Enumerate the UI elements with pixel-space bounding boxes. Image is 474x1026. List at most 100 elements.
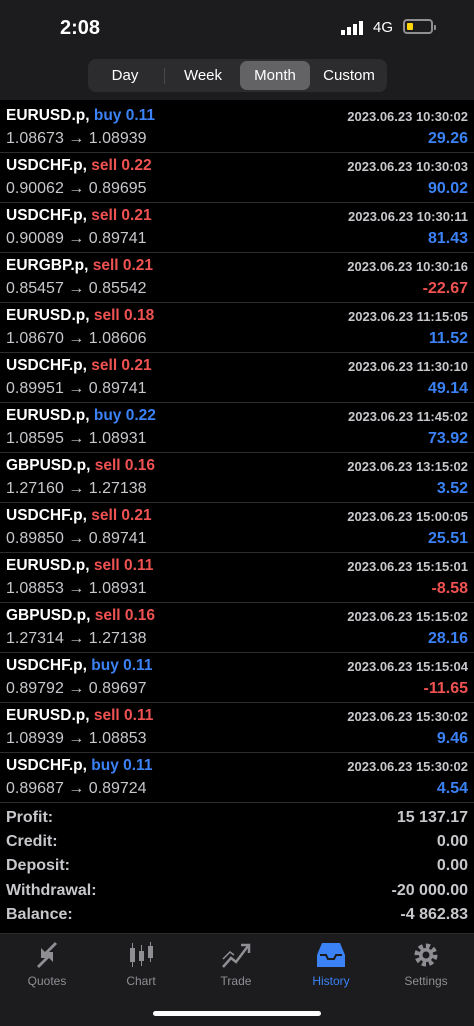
network-label: 4G xyxy=(373,19,394,36)
summary-value: 0.00 xyxy=(436,833,468,851)
deal-row[interactable]: USDCHF.p, buy 0.11 0.89792 → 0.89697 202… xyxy=(0,653,474,703)
summary-deposit: Deposit: 0.00 xyxy=(0,855,474,879)
open-price: 1.27314 xyxy=(6,630,64,647)
close-price: 1.08931 xyxy=(88,430,147,447)
deal-time: 2023.06.23 10:30:03 xyxy=(347,159,468,174)
signal-icon xyxy=(341,21,363,35)
tab-label: History xyxy=(312,974,350,988)
close-price: 0.89695 xyxy=(88,180,147,197)
deal-profit: -8.58 xyxy=(431,580,468,597)
open-price: 1.27160 xyxy=(6,480,64,497)
open-price: 0.89687 xyxy=(6,780,64,797)
deal-volume: sell 0.18 xyxy=(93,307,155,324)
deal-volume: sell 0.11 xyxy=(93,557,154,574)
battery-icon xyxy=(403,19,436,34)
summary-credit: Credit: 0.00 xyxy=(0,831,474,855)
deal-time: 2023.06.23 11:15:05 xyxy=(348,309,468,324)
deal-profit: 28.16 xyxy=(427,630,468,647)
open-price: 1.08670 xyxy=(6,330,64,347)
deal-row[interactable]: USDCHF.p, sell 0.21 0.89951 → 0.89741 20… xyxy=(0,353,474,403)
open-price: 1.08673 xyxy=(6,130,64,147)
deal-time: 2023.06.23 10:30:11 xyxy=(348,209,468,224)
open-price: 0.85457 xyxy=(6,280,64,297)
deal-symbol: EURUSD.p, xyxy=(6,407,90,424)
deal-profit: 90.02 xyxy=(427,180,468,197)
tab-day[interactable]: Day xyxy=(90,61,160,90)
tab-label: Chart xyxy=(126,974,156,988)
clock: 2:08 xyxy=(60,17,101,39)
close-price: 1.27138 xyxy=(88,630,147,647)
deal-row[interactable]: USDCHF.p, sell 0.21 0.89850 → 0.89741 20… xyxy=(0,503,474,553)
summary-label: Profit: xyxy=(6,809,54,826)
deal-volume: sell 0.11 xyxy=(93,707,154,724)
deal-row[interactable]: EURUSD.p, sell 0.11 1.08853 → 1.08931 20… xyxy=(0,553,474,603)
deal-volume: buy 0.11 xyxy=(91,657,153,674)
close-price: 0.85542 xyxy=(88,280,147,297)
tab-week[interactable]: Week xyxy=(168,61,238,90)
deal-time: 2023.06.23 10:30:16 xyxy=(347,259,468,274)
tab-trade[interactable]: Trade xyxy=(189,940,283,998)
status-bar: 2:08 4G xyxy=(0,0,474,56)
tab-chart[interactable]: Chart xyxy=(94,940,188,998)
open-price: 0.90062 xyxy=(6,180,64,197)
close-price: 1.08939 xyxy=(88,130,147,147)
gear-icon xyxy=(414,943,438,967)
open-price: 1.08853 xyxy=(6,580,64,597)
deal-profit: -22.67 xyxy=(422,280,468,297)
summary-value: 15 137.17 xyxy=(396,809,468,826)
deal-symbol: EURUSD.p, xyxy=(6,107,90,124)
deal-profit: 29.26 xyxy=(427,130,468,147)
deal-symbol: GBPUSD.p, xyxy=(6,457,91,474)
deal-row[interactable]: EURGBP.p, sell 0.21 0.85457 → 0.85542 20… xyxy=(0,253,474,303)
tab-month[interactable]: Month xyxy=(240,61,310,90)
close-price: 1.27138 xyxy=(88,480,147,497)
deal-row[interactable]: USDCHF.p, sell 0.21 0.90089 → 0.89741 20… xyxy=(0,203,474,253)
deal-volume: sell 0.21 xyxy=(91,207,152,224)
tab-label: Trade xyxy=(220,974,252,988)
deal-symbol: USDCHF.p, xyxy=(6,157,87,174)
deal-volume: sell 0.16 xyxy=(94,457,156,474)
deal-volume: sell 0.21 xyxy=(92,257,154,274)
summary-profit: Profit: 15 137.17 xyxy=(0,807,474,831)
deal-row[interactable]: EURUSD.p, buy 0.11 1.08673 → 1.08939 202… xyxy=(0,103,474,153)
history-icon xyxy=(317,943,345,967)
deal-time: 2023.06.23 15:00:05 xyxy=(347,509,468,524)
summary-label: Balance: xyxy=(6,905,73,923)
summary-label: Deposit: xyxy=(6,857,70,875)
deal-volume: buy 0.22 xyxy=(93,407,156,424)
deal-profit: 3.52 xyxy=(436,480,468,497)
deal-time: 2023.06.23 15:15:02 xyxy=(347,609,468,624)
deal-symbol: USDCHF.p, xyxy=(6,207,87,224)
deal-row[interactable]: EURUSD.p, sell 0.11 1.08939 → 1.08853 20… xyxy=(0,703,474,753)
deals-list: EURUSD.p, buy 0.11 1.08673 → 1.08939 202… xyxy=(0,103,474,803)
summary-withdrawal: Withdrawal: -20 000.00 xyxy=(0,880,474,904)
deal-volume: buy 0.11 xyxy=(93,107,156,124)
chart-icon xyxy=(130,942,153,967)
summary-label: Withdrawal: xyxy=(6,881,97,899)
deal-row[interactable]: USDCHF.p, sell 0.22 0.90062 → 0.89695 20… xyxy=(0,153,474,203)
deal-symbol: USDCHF.p, xyxy=(6,657,87,674)
deal-volume: buy 0.11 xyxy=(91,757,153,774)
deal-row[interactable]: GBPUSD.p, sell 0.16 1.27314 → 1.27138 20… xyxy=(0,603,474,653)
deal-volume: sell 0.16 xyxy=(94,607,156,624)
deal-row[interactable]: USDCHF.p, buy 0.11 0.89687 → 0.89724 202… xyxy=(0,753,474,803)
tab-custom[interactable]: Custom xyxy=(313,61,385,90)
deal-row[interactable]: GBPUSD.p, sell 0.16 1.27160 → 1.27138 20… xyxy=(0,453,474,503)
deal-row[interactable]: EURUSD.p, sell 0.18 1.08670 → 1.08606 20… xyxy=(0,303,474,353)
tab-label: Settings xyxy=(404,974,448,988)
deal-symbol: USDCHF.p, xyxy=(6,357,87,374)
tab-quotes[interactable]: Quotes xyxy=(0,940,94,998)
open-price: 1.08939 xyxy=(6,730,64,747)
deal-row[interactable]: EURUSD.p, buy 0.22 1.08595 → 1.08931 202… xyxy=(0,403,474,453)
deal-profit: 73.92 xyxy=(427,430,468,447)
period-segmented-control: Day Week Month Custom xyxy=(88,59,387,92)
close-price: 1.08931 xyxy=(88,580,147,597)
open-price: 0.90089 xyxy=(6,230,64,247)
deal-symbol: EURUSD.p, xyxy=(6,307,90,324)
deal-volume: sell 0.21 xyxy=(91,507,152,524)
close-price: 0.89741 xyxy=(88,530,147,547)
tab-settings[interactable]: Settings xyxy=(379,940,473,998)
deal-volume: sell 0.21 xyxy=(91,357,152,374)
deal-symbol: GBPUSD.p, xyxy=(6,607,91,624)
tab-history[interactable]: History xyxy=(284,940,378,998)
